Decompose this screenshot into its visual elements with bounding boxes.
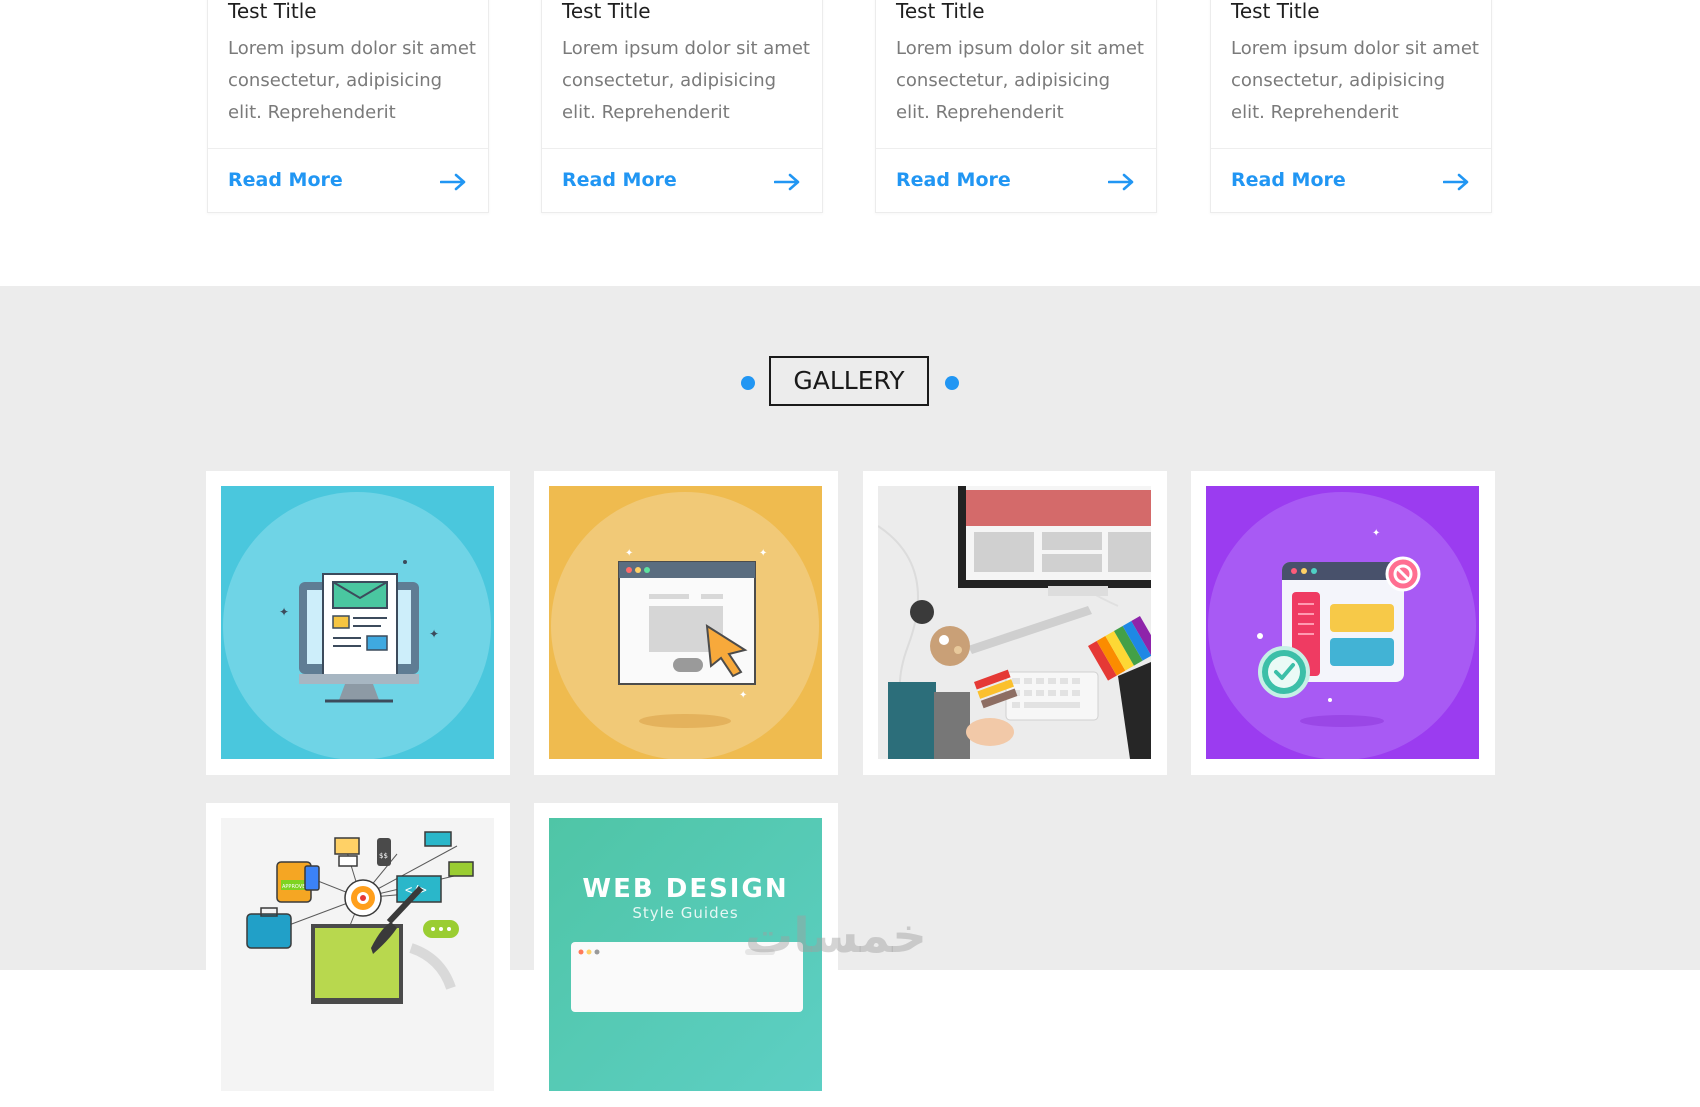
card-divider bbox=[876, 148, 1156, 149]
web-design-title: WEB DESIGN bbox=[582, 874, 789, 904]
heading-dot-right bbox=[945, 376, 959, 390]
card-title: Test Title bbox=[562, 0, 651, 23]
svg-text:✦: ✦ bbox=[739, 690, 747, 701]
card-title: Test Title bbox=[1231, 0, 1320, 23]
svg-text:✦: ✦ bbox=[429, 627, 439, 641]
svg-text:$$: $$ bbox=[379, 852, 388, 860]
arrow-right-icon[interactable] bbox=[440, 173, 466, 191]
gallery-item[interactable]: APPROVED $$ </> bbox=[206, 803, 510, 1107]
svg-text:✦: ✦ bbox=[759, 548, 767, 559]
newsletter-monitor-image[interactable]: ✦ ✦ bbox=[221, 486, 494, 759]
card-description: Lorem ipsum dolor sit amet consectetur, … bbox=[1231, 38, 1479, 123]
arrow-right-icon[interactable] bbox=[1443, 173, 1469, 191]
card-divider bbox=[1211, 148, 1491, 149]
designer-desk-image[interactable] bbox=[878, 486, 1151, 759]
card-divider bbox=[208, 148, 488, 149]
card-description: Lorem ipsum dolor sit amet consectetur, … bbox=[228, 38, 476, 123]
read-more-link[interactable]: Read More bbox=[896, 169, 1011, 191]
svg-text:✦: ✦ bbox=[1372, 528, 1380, 539]
read-more-link[interactable]: Read More bbox=[1231, 169, 1346, 191]
gallery-item[interactable]: ✦ ✦ bbox=[206, 471, 510, 775]
arrow-right-icon[interactable] bbox=[1108, 173, 1134, 191]
card: Test Title Lorem ipsum dolor sit amet co… bbox=[541, 0, 823, 213]
arrow-right-icon[interactable] bbox=[774, 173, 800, 191]
gallery-section: GALLERY ✦ ✦ ✦ ✦ ✦ ✦ APPROVED $$ WEB DESI… bbox=[0, 286, 1700, 1107]
digital-marketing-image[interactable]: APPROVED $$ </> bbox=[221, 818, 494, 1091]
cards-section: Test Title Lorem ipsum dolor sit amet co… bbox=[0, 0, 1700, 286]
card-divider bbox=[542, 148, 822, 149]
card-description: Lorem ipsum dolor sit amet consectetur, … bbox=[896, 38, 1144, 123]
card-title: Test Title bbox=[228, 0, 317, 23]
ui-approval-image[interactable]: ✦ bbox=[1206, 486, 1479, 759]
card-description: Lorem ipsum dolor sit amet consectetur, … bbox=[562, 38, 810, 123]
gallery-item[interactable]: ✦ ✦ ✦ bbox=[534, 471, 838, 775]
gallery-item[interactable] bbox=[863, 471, 1167, 775]
heading-dot-left bbox=[741, 376, 755, 390]
web-click-image[interactable]: ✦ ✦ ✦ bbox=[549, 486, 822, 759]
watermark-text: خمسات bbox=[745, 908, 927, 964]
gallery-heading: GALLERY bbox=[769, 356, 929, 406]
card: Test Title Lorem ipsum dolor sit amet co… bbox=[207, 0, 489, 213]
card: Test Title Lorem ipsum dolor sit amet co… bbox=[875, 0, 1157, 213]
card: Test Title Lorem ipsum dolor sit amet co… bbox=[1210, 0, 1492, 213]
svg-text:✦: ✦ bbox=[279, 605, 289, 619]
svg-text:✦: ✦ bbox=[625, 548, 633, 559]
card-title: Test Title bbox=[896, 0, 985, 23]
gallery-item[interactable]: ✦ bbox=[1191, 471, 1495, 775]
read-more-link[interactable]: Read More bbox=[228, 169, 343, 191]
read-more-link[interactable]: Read More bbox=[562, 169, 677, 191]
